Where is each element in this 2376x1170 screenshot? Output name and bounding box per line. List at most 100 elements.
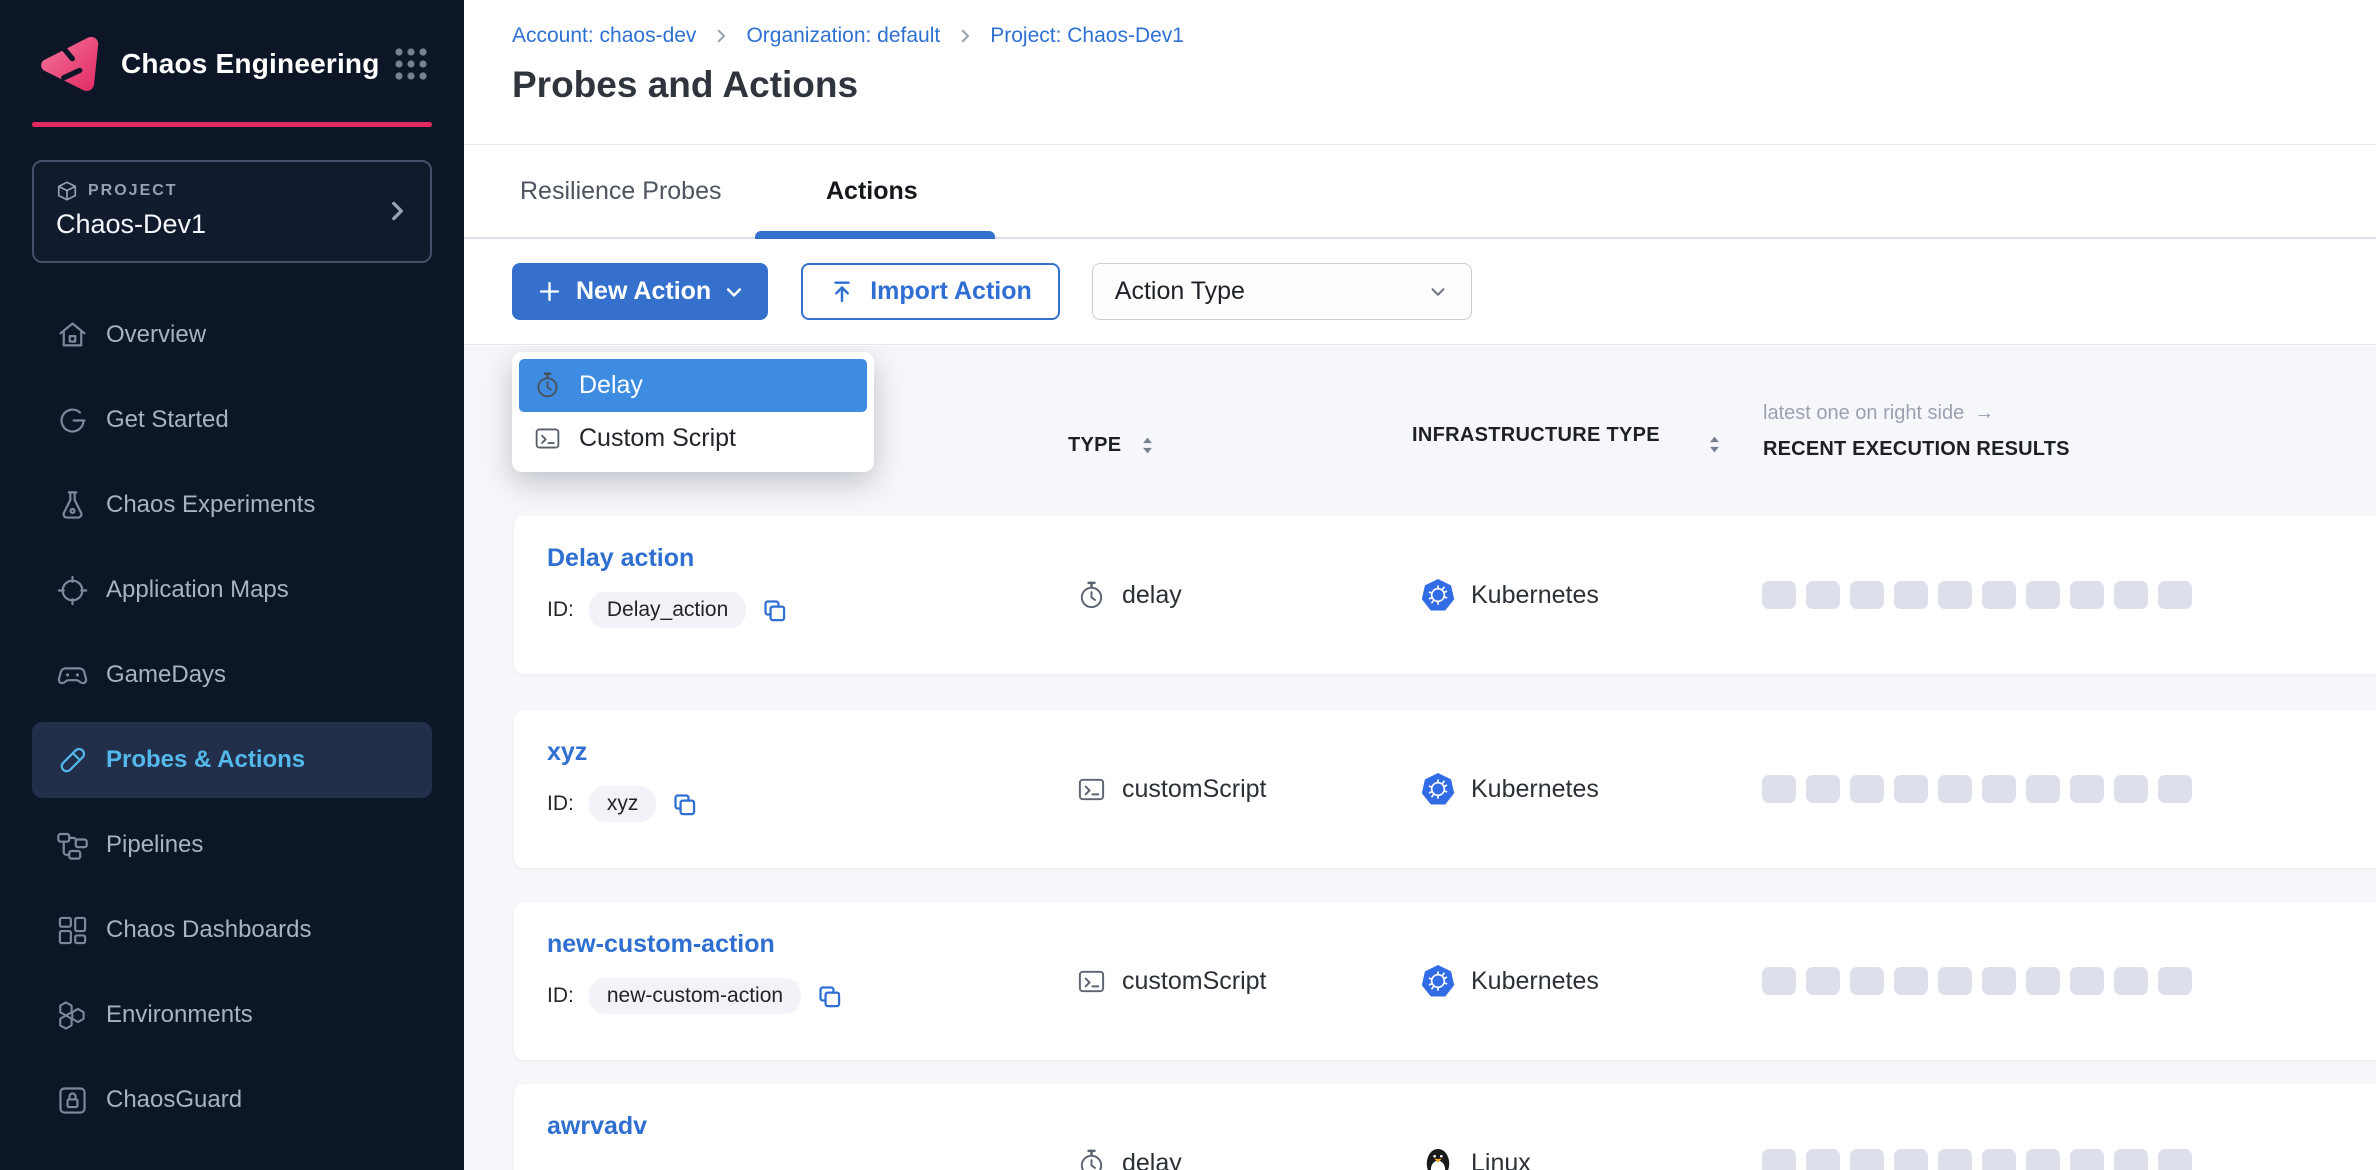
execution-result-placeholder bbox=[1850, 1149, 1884, 1170]
column-header-type: TYPE bbox=[1068, 434, 1158, 457]
execution-result-placeholder bbox=[1806, 1149, 1840, 1170]
execution-result-placeholder bbox=[1982, 967, 2016, 995]
breadcrumb-separator-icon bbox=[712, 27, 730, 45]
terminal-icon bbox=[1076, 966, 1107, 997]
recent-results-note: latest one on right side → bbox=[1763, 402, 1994, 425]
sidebar-item-overview[interactable]: Overview bbox=[32, 297, 432, 373]
sidebar-item-chaos-experiments[interactable]: Chaos Experiments bbox=[32, 467, 432, 543]
execution-result-placeholder bbox=[1762, 581, 1796, 609]
column-header-recent-execution-results: RECENT EXECUTION RESULTS bbox=[1763, 438, 2070, 461]
app-switcher-grid-icon[interactable] bbox=[392, 45, 430, 83]
toolbar: New Action Import Action Action Type bbox=[464, 239, 2376, 345]
sidebar-item-pipelines[interactable]: Pipelines bbox=[32, 807, 432, 883]
new-action-button[interactable]: New Action bbox=[512, 263, 768, 320]
execution-result-placeholder bbox=[2114, 1149, 2148, 1170]
sidebar-item-chaos-dashboards[interactable]: Chaos Dashboards bbox=[32, 892, 432, 968]
copy-icon[interactable] bbox=[816, 983, 843, 1010]
project-selector[interactable]: PROJECT Chaos-Dev1 bbox=[32, 160, 432, 263]
execution-result-placeholder bbox=[2158, 967, 2192, 995]
linux-icon bbox=[1420, 1145, 1456, 1170]
stopwatch-icon bbox=[533, 371, 562, 400]
breadcrumb-project-link[interactable]: Project: Chaos-Dev1 bbox=[990, 24, 1184, 48]
accent-divider bbox=[32, 122, 432, 127]
import-action-button[interactable]: Import Action bbox=[801, 263, 1060, 320]
page-header: Account: chaos-dev Organization: default… bbox=[464, 0, 2376, 145]
type-cell: delay bbox=[1076, 1084, 1182, 1170]
execution-result-placeholder bbox=[2114, 581, 2148, 609]
terminal-icon bbox=[1076, 774, 1107, 805]
execution-result-placeholder bbox=[1938, 581, 1972, 609]
execution-result-placeholder bbox=[2026, 1149, 2060, 1170]
flask-icon bbox=[55, 488, 90, 523]
sidebar-item-chaosguard[interactable]: ChaosGuard bbox=[32, 1062, 432, 1138]
execution-result-placeholder bbox=[1894, 775, 1928, 803]
menu-item-custom-script[interactable]: Custom Script bbox=[519, 412, 867, 465]
execution-result-placeholder bbox=[1938, 967, 1972, 995]
project-label: PROJECT bbox=[88, 182, 178, 200]
table-row: awrvadv delay Linux bbox=[514, 1084, 2376, 1170]
execution-result-placeholder bbox=[1894, 581, 1928, 609]
copy-icon[interactable] bbox=[761, 597, 788, 624]
execution-result-placeholder bbox=[2158, 775, 2192, 803]
execution-result-placeholder bbox=[2158, 581, 2192, 609]
action-id-value: new-custom-action bbox=[589, 978, 801, 1014]
sidebar-item-environments[interactable]: Environments bbox=[32, 977, 432, 1053]
table-row: xyz ID: xyz customScript bbox=[514, 710, 2376, 868]
sort-icon[interactable] bbox=[1704, 434, 1725, 455]
pipeline-icon bbox=[55, 828, 90, 863]
active-tab-indicator bbox=[755, 231, 995, 239]
target-icon bbox=[55, 573, 90, 608]
action-type-select[interactable]: Action Type bbox=[1092, 263, 1472, 320]
project-name: Chaos-Dev1 bbox=[56, 209, 206, 240]
execution-result-placeholder bbox=[1762, 1149, 1796, 1170]
chevron-down-icon bbox=[1427, 281, 1449, 303]
kubernetes-icon bbox=[1420, 577, 1456, 613]
execution-results-strip bbox=[1762, 516, 2192, 674]
breadcrumb-separator-icon bbox=[956, 27, 974, 45]
execution-result-placeholder bbox=[1806, 967, 1840, 995]
action-name-link[interactable]: awrvadv bbox=[547, 1112, 647, 1141]
new-action-dropdown-menu: Delay Custom Script bbox=[512, 352, 874, 472]
breadcrumb-organization-link[interactable]: Organization: default bbox=[746, 24, 940, 48]
table-row: Delay action ID: Delay_action delay bbox=[514, 516, 2376, 674]
execution-result-placeholder bbox=[1850, 581, 1884, 609]
harness-chaos-logo-icon bbox=[33, 30, 101, 98]
sidebar-item-get-started[interactable]: Get Started bbox=[32, 382, 432, 458]
execution-results-strip bbox=[1762, 1084, 2192, 1170]
execution-result-placeholder bbox=[1850, 775, 1884, 803]
action-id-value: xyz bbox=[589, 786, 657, 822]
action-name-link[interactable]: xyz bbox=[547, 738, 587, 767]
sidebar-item-probes-actions[interactable]: Probes & Actions bbox=[32, 722, 432, 798]
action-id-row: ID: new-custom-action bbox=[547, 978, 843, 1014]
get-started-icon bbox=[55, 403, 90, 438]
type-cell: customScript bbox=[1076, 710, 1266, 868]
sort-icon[interactable] bbox=[1137, 435, 1158, 456]
tab-resilience-probes[interactable]: Resilience Probes bbox=[520, 145, 722, 237]
infrastructure-cell: Kubernetes bbox=[1420, 710, 1599, 868]
tab-actions[interactable]: Actions bbox=[826, 145, 918, 237]
infrastructure-cell: Kubernetes bbox=[1420, 516, 1599, 674]
copy-icon[interactable] bbox=[671, 791, 698, 818]
sidebar-item-application-maps[interactable]: Application Maps bbox=[32, 552, 432, 628]
sidebar-nav: Overview Get Started Chaos Experiments A… bbox=[0, 297, 464, 1147]
sidebar: Chaos Engineering PROJECT Chaos-Dev1 bbox=[0, 0, 464, 1170]
action-id-row: ID: Delay_action bbox=[547, 592, 788, 628]
execution-result-placeholder bbox=[2026, 775, 2060, 803]
execution-result-placeholder bbox=[2026, 581, 2060, 609]
infrastructure-cell: Kubernetes bbox=[1420, 902, 1599, 1060]
chevron-right-icon bbox=[384, 198, 410, 224]
table-row: new-custom-action ID: new-custom-action … bbox=[514, 902, 2376, 1060]
action-name-link[interactable]: Delay action bbox=[547, 544, 694, 573]
execution-result-placeholder bbox=[2114, 775, 2148, 803]
action-name-link[interactable]: new-custom-action bbox=[547, 930, 775, 959]
execution-result-placeholder bbox=[2070, 1149, 2104, 1170]
breadcrumb-account-link[interactable]: Account: chaos-dev bbox=[512, 24, 696, 48]
project-box-icon bbox=[56, 180, 78, 202]
sidebar-item-gamedays[interactable]: GameDays bbox=[32, 637, 432, 713]
stopwatch-icon bbox=[1076, 580, 1107, 611]
menu-item-delay[interactable]: Delay bbox=[519, 359, 867, 412]
brand-row: Chaos Engineering bbox=[33, 28, 430, 100]
execution-result-placeholder bbox=[1762, 775, 1796, 803]
actions-table: TYPE INFRASTRUCTURE TYPE latest one on r… bbox=[464, 346, 2376, 1170]
execution-result-placeholder bbox=[2158, 1149, 2192, 1170]
